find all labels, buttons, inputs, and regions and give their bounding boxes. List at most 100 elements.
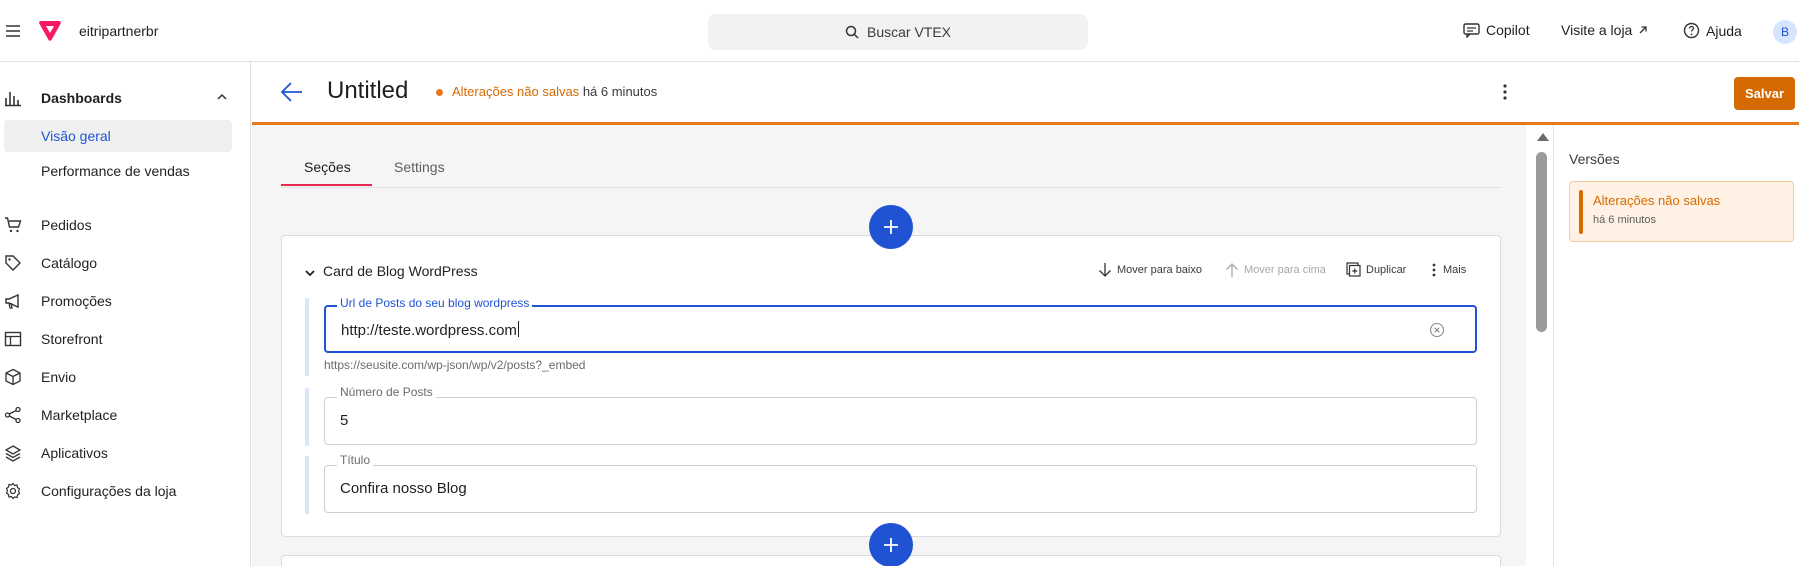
cart-icon <box>4 216 22 234</box>
sidebar-item-envio[interactable]: Envio <box>0 367 240 387</box>
help-label: Ajuda <box>1706 22 1742 39</box>
sidebar-item-label: Catálogo <box>41 255 98 271</box>
url-field-hint: https://seusite.com/wp-json/wp/v2/posts?… <box>324 358 586 372</box>
sidebar-item-label: Storefront <box>41 331 103 347</box>
title-field[interactable]: Confira nosso Blog <box>324 465 1477 513</box>
sidebar-item-label: Pedidos <box>41 217 92 233</box>
posts-count-value: 5 <box>340 412 349 429</box>
unsaved-status: Alterações não salvas há 6 minutos <box>452 84 657 99</box>
more-button[interactable]: Mais <box>1430 262 1466 278</box>
vtex-logo-icon[interactable] <box>38 20 62 42</box>
copilot-button[interactable]: Copilot <box>1463 22 1530 38</box>
sidebar-item-label: Promoções <box>41 293 112 309</box>
version-entry-time: há 6 minutos <box>1593 214 1656 226</box>
url-field-value-wrap: http://teste.wordpress.com <box>341 321 519 339</box>
user-avatar[interactable]: B <box>1773 20 1797 44</box>
duplicate-icon <box>1346 262 1361 277</box>
tab-settings[interactable]: Settings <box>394 159 445 175</box>
posts-count-field[interactable]: 5 <box>324 397 1477 445</box>
versions-title: Versões <box>1569 151 1620 167</box>
sidebar-item-label: Dashboards <box>41 90 122 106</box>
add-section-button[interactable] <box>869 205 913 249</box>
move-up-label: Mover para cima <box>1244 264 1326 276</box>
sidebar-item-performance-de-vendas[interactable]: Performance de vendas <box>41 163 190 179</box>
sidebar-item-pedidos[interactable]: Pedidos <box>0 215 240 235</box>
unsaved-status-time: há 6 minutos <box>582 84 658 99</box>
more-label: Mais <box>1443 264 1467 276</box>
sidebar-item-label: Marketplace <box>41 407 118 423</box>
tab-secoes[interactable]: Seções <box>304 159 351 175</box>
chevron-up-icon[interactable] <box>216 91 228 103</box>
layout-icon <box>4 330 22 348</box>
sidebar-item-visao-geral[interactable]: Visão geral <box>41 128 111 144</box>
unsaved-status-dot <box>436 89 443 96</box>
back-arrow-icon[interactable] <box>280 81 304 103</box>
url-field-label: Url de Posts do seu blog wordpress <box>337 296 533 310</box>
section-title[interactable]: Card de Blog WordPress <box>323 263 478 279</box>
version-entry-marker <box>1579 190 1583 234</box>
sidebar-item-marketplace[interactable]: Marketplace <box>0 405 240 425</box>
search-icon <box>845 25 859 39</box>
sidebar-item-catalogo[interactable]: Catálogo <box>0 253 240 273</box>
arrow-up-icon <box>1225 262 1239 278</box>
search-label: Buscar VTEX <box>866 24 952 40</box>
help-icon <box>1683 22 1700 39</box>
duplicate-label: Duplicar <box>1366 263 1407 276</box>
scroll-up-arrow-icon[interactable] <box>1537 133 1549 141</box>
sidebar-item-aplicativos[interactable]: Aplicativos <box>0 443 240 463</box>
page-title: Untitled <box>327 77 409 104</box>
sidebar-active-highlight <box>4 120 232 152</box>
clear-icon[interactable] <box>1429 322 1445 338</box>
add-section-button[interactable] <box>869 523 913 566</box>
layers-icon <box>4 444 22 462</box>
external-link-icon <box>1638 25 1648 35</box>
sidebar-item-promocoes[interactable]: Promoções <box>0 291 240 311</box>
tab-bar: Seções Settings <box>281 148 1501 188</box>
account-name[interactable]: eitripartnerbr <box>79 23 158 39</box>
more-options-icon[interactable] <box>1498 82 1512 102</box>
duplicate-button[interactable]: Duplicar <box>1346 262 1406 277</box>
copilot-label: Copilot <box>1486 22 1530 38</box>
field-indicator-bar <box>305 456 309 514</box>
chevron-down-icon[interactable] <box>303 266 317 280</box>
share-icon <box>4 406 22 424</box>
bar-chart-icon <box>4 89 22 107</box>
posts-count-label: Número de Posts <box>337 385 436 399</box>
title-field-value: Confira nosso Blog <box>340 480 467 497</box>
tab-selected-underline <box>281 184 372 186</box>
scrollbar-thumb[interactable] <box>1536 152 1547 332</box>
sidebar-item-label: Envio <box>41 369 77 385</box>
gear-icon <box>4 482 22 500</box>
scrollbar[interactable] <box>1530 125 1554 566</box>
version-entry[interactable]: Alterações não salvas há 6 minutos <box>1569 181 1794 242</box>
top-bar: eitripartnerbr Buscar VTEX Copilot Visit… <box>0 0 1799 62</box>
sidebar-item-dashboards[interactable]: Dashboards <box>0 88 240 108</box>
arrow-down-icon <box>1098 262 1112 278</box>
field-indicator-bar <box>305 298 309 376</box>
sidebar-item-label: Configurações da loja <box>41 483 177 499</box>
sidebar-item-configuracoes[interactable]: Configurações da loja <box>0 481 240 501</box>
help-button[interactable]: Ajuda <box>1683 22 1742 39</box>
move-down-button[interactable]: Mover para baixo <box>1098 262 1202 278</box>
box-icon <box>4 368 22 386</box>
url-field-value: http://teste.wordpress.com <box>341 322 517 339</box>
versions-panel: Versões Alterações não salvas há 6 minut… <box>1555 125 1799 566</box>
visit-store-link[interactable]: Visite a loja <box>1561 22 1648 38</box>
version-entry-title: Alterações não salvas <box>1593 193 1721 208</box>
save-button[interactable]: Salvar <box>1734 77 1795 110</box>
move-down-label: Mover para baixo <box>1117 264 1202 276</box>
megaphone-icon <box>4 292 22 310</box>
url-field[interactable]: http://teste.wordpress.com <box>324 305 1477 353</box>
unsaved-status-text: Alterações não salvas <box>452 84 580 99</box>
search-bar[interactable]: Buscar VTEX <box>708 14 1088 50</box>
chat-icon <box>1463 22 1480 38</box>
vertical-dots-icon <box>1430 262 1438 278</box>
visit-store-label: Visite a loja <box>1561 22 1633 38</box>
field-indicator-bar <box>305 388 309 446</box>
hamburger-menu-icon[interactable] <box>4 22 22 40</box>
move-up-button[interactable]: Mover para cima <box>1225 262 1326 278</box>
text-caret <box>517 321 519 337</box>
sidebar-item-storefront[interactable]: Storefront <box>0 329 240 349</box>
tag-icon <box>4 254 22 272</box>
sidebar-item-label: Aplicativos <box>41 445 108 461</box>
